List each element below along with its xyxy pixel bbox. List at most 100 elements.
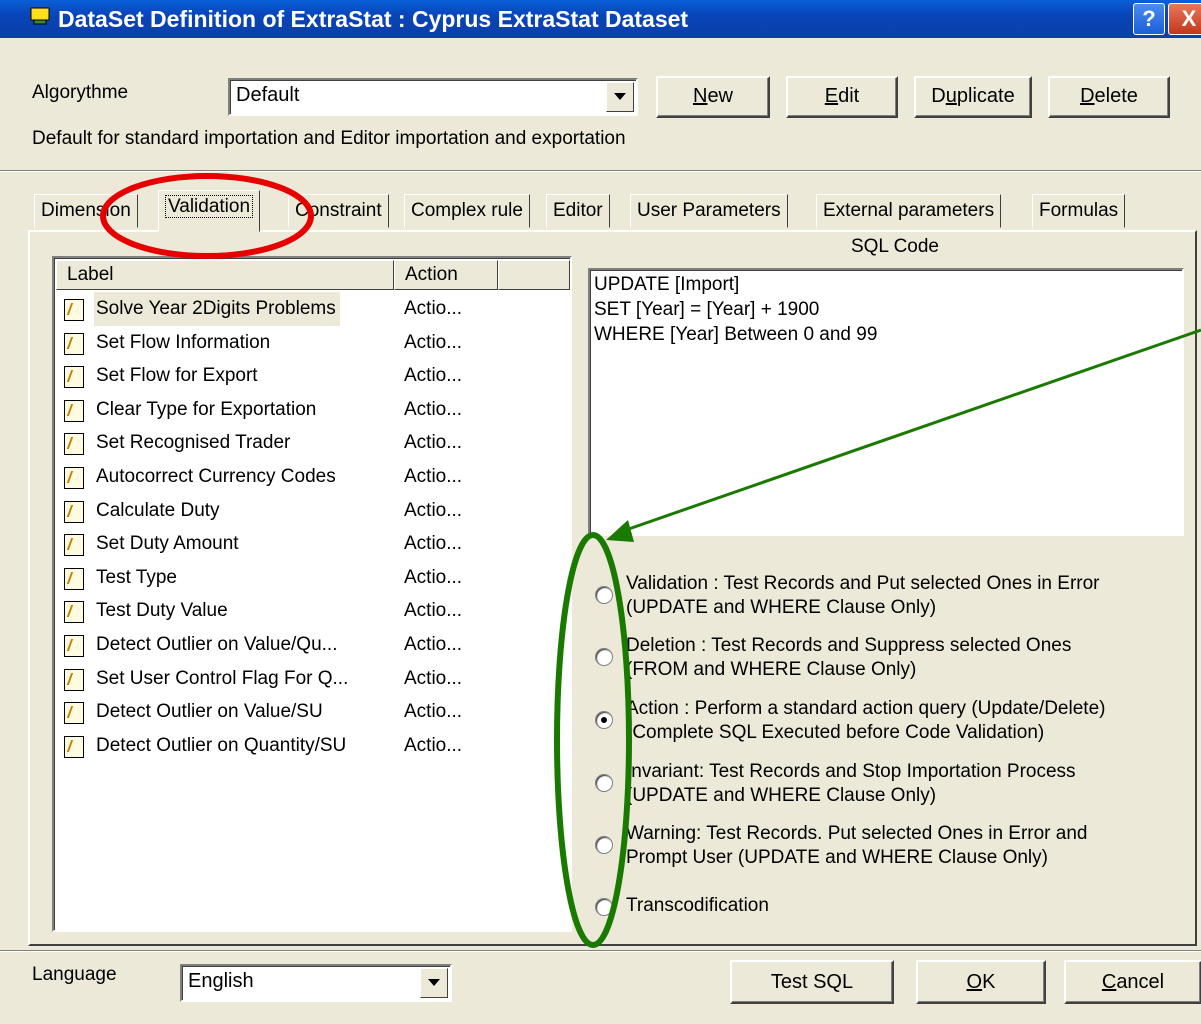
tab-constraint[interactable]: Constraint [288, 194, 389, 228]
list-item-label: Set Duty Amount [96, 533, 239, 555]
rule-script-icon [64, 467, 84, 489]
test-sql-button[interactable]: Test SQL [730, 960, 894, 1004]
list-item-action: Actio... [404, 499, 463, 521]
tab-complex-rule[interactable]: Complex rule [404, 194, 530, 228]
rule-script-icon [64, 399, 84, 422]
column-header-label[interactable]: Label [56, 260, 394, 290]
tab-editor[interactable]: Editor [546, 194, 610, 228]
list-item-label: Clear Type for Exportation [96, 398, 317, 420]
algorithm-select[interactable]: Default [228, 78, 638, 116]
list-item[interactable]: Set Recognised Trader Actio... [64, 426, 564, 460]
help-button[interactable]: ? [1133, 3, 1165, 35]
list-item[interactable]: Solve Year 2Digits Problems Actio... [64, 292, 564, 326]
option-label[interactable]: Invariant: Test Records and Stop Importa… [626, 760, 1076, 808]
rule-script-icon [64, 567, 84, 590]
rule-script-icon [64, 702, 84, 725]
rule-script-icon [64, 635, 84, 657]
column-header-empty[interactable] [498, 260, 570, 290]
column-header-action[interactable]: Action [394, 260, 498, 290]
chevron-down-icon[interactable] [606, 82, 634, 112]
rule-script-icon [64, 500, 84, 523]
list-item-action: Actio... [404, 533, 463, 555]
rule-script-icon [64, 668, 84, 691]
app-icon [30, 7, 50, 25]
new-button[interactable]: New [656, 76, 770, 118]
option-label[interactable]: Validation : Test Records and Put select… [626, 572, 1100, 620]
rule-script-icon [64, 332, 84, 355]
cancel-button[interactable]: Cancel [1064, 960, 1201, 1004]
rule-script-icon [64, 366, 84, 389]
cancel-button-label: Cancel [1101, 971, 1165, 993]
option-label-line1: Action : Perform a standard action query… [626, 698, 1106, 719]
option-radio[interactable] [595, 586, 613, 604]
list-item-label: Set Recognised Trader [96, 432, 291, 454]
list-item[interactable]: Clear Type for Exportation Actio... [64, 393, 564, 427]
list-item-label: Detect Outlier on Value/Qu... [96, 634, 338, 655]
list-item[interactable]: Set Duty Amount Actio... [64, 527, 564, 561]
tab-validation[interactable]: Validation [158, 190, 261, 232]
list-item[interactable]: Detect Outlier on Value/SU Actio... [64, 695, 564, 729]
list-item-action: Actio... [404, 432, 463, 454]
duplicate-button[interactable]: Duplicate [914, 76, 1032, 118]
delete-button-label: Delete [1080, 85, 1138, 107]
option-label-line2: (UPDATE and WHERE Clause Only) [626, 785, 937, 806]
list-item-label: Calculate Duty [96, 499, 220, 521]
tab-user-parameters[interactable]: User Parameters [630, 194, 788, 228]
list-item-action: Actio... [404, 600, 463, 622]
algorithm-label: Algorythme [32, 82, 129, 103]
list-item[interactable]: Detect Outlier on Value/Qu... Actio... [64, 628, 564, 662]
ok-button[interactable]: OK [916, 960, 1046, 1004]
list-item[interactable]: Set Flow Information Actio... [64, 326, 564, 360]
sql-code-editor[interactable]: UPDATE [Import] SET [Year] = [Year] + 19… [588, 268, 1184, 536]
delete-button[interactable]: Delete [1048, 76, 1170, 118]
list-item[interactable]: Set Flow for Export Actio... [64, 359, 564, 393]
list-item[interactable]: Calculate Duty Actio... [64, 494, 564, 528]
option-label-line2: (UPDATE and WHERE Clause Only) [626, 597, 937, 618]
rule-script-icon [64, 601, 84, 624]
list-item-label: Detect Outlier on Value/SU [96, 701, 323, 723]
option-label[interactable]: Transcodification [626, 894, 769, 918]
ok-button-label: OK [966, 971, 996, 993]
option-radio[interactable] [595, 898, 613, 916]
tab-validation-label: Validation [165, 195, 254, 218]
list-item-label: Autocorrect Currency Codes [96, 466, 336, 487]
tab-formulas[interactable]: Formulas [1032, 194, 1126, 228]
list-item[interactable]: Test Duty Value Actio... [64, 594, 564, 628]
list-item-action: Actio... [404, 566, 463, 588]
option-label-line2: (Complete SQL Executed before Code Valid… [626, 722, 1045, 743]
language-value: English [188, 970, 254, 992]
sql-code-title: SQL Code [850, 236, 939, 257]
tab-dimension[interactable]: Dimension [34, 194, 138, 228]
list-item-label: Set User Control Flag For Q... [96, 667, 349, 689]
list-item-action: Actio... [404, 298, 463, 319]
language-select[interactable]: English [180, 964, 452, 1002]
list-item-action: Actio... [404, 398, 463, 420]
list-item[interactable]: Test Type Actio... [64, 561, 564, 595]
list-item[interactable]: Set User Control Flag For Q... Actio... [64, 662, 564, 696]
duplicate-button-label: Duplicate [931, 85, 1015, 107]
list-item-label: Solve Year 2Digits Problems [94, 292, 340, 326]
list-item-label: Set Flow Information [96, 331, 271, 353]
chevron-down-icon[interactable] [420, 968, 448, 998]
option-label-line2: Prompt User (UPDATE and WHERE Clause Onl… [626, 847, 1048, 868]
list-item-label: Test Duty Value [96, 600, 228, 622]
edit-button[interactable]: Edit [786, 76, 898, 118]
new-button-label: New [692, 85, 734, 107]
tab-external-parameters[interactable]: External parameters [816, 194, 1002, 228]
list-item[interactable]: Detect Outlier on Quantity/SU Actio... [64, 729, 564, 763]
algorithm-value: Default [236, 84, 300, 106]
option-radio[interactable] [595, 774, 613, 792]
option-label[interactable]: Deletion : Test Records and Suppress sel… [626, 634, 1071, 682]
option-radio[interactable] [595, 711, 613, 729]
rule-list[interactable]: Label Action Solve Year 2Digits Problems… [52, 256, 572, 932]
list-item[interactable]: Autocorrect Currency Codes Actio... [64, 460, 564, 494]
option-radio[interactable] [595, 836, 613, 854]
list-item-action: Actio... [404, 634, 463, 655]
option-radio[interactable] [595, 648, 613, 666]
edit-button-label: Edit [824, 85, 860, 107]
option-label[interactable]: Warning: Test Records. Put selected Ones… [626, 822, 1088, 870]
divider [0, 950, 1201, 952]
close-button[interactable]: X [1168, 3, 1201, 35]
option-label-line1: Transcodification [626, 895, 769, 916]
option-label[interactable]: Action : Perform a standard action query… [626, 697, 1105, 745]
